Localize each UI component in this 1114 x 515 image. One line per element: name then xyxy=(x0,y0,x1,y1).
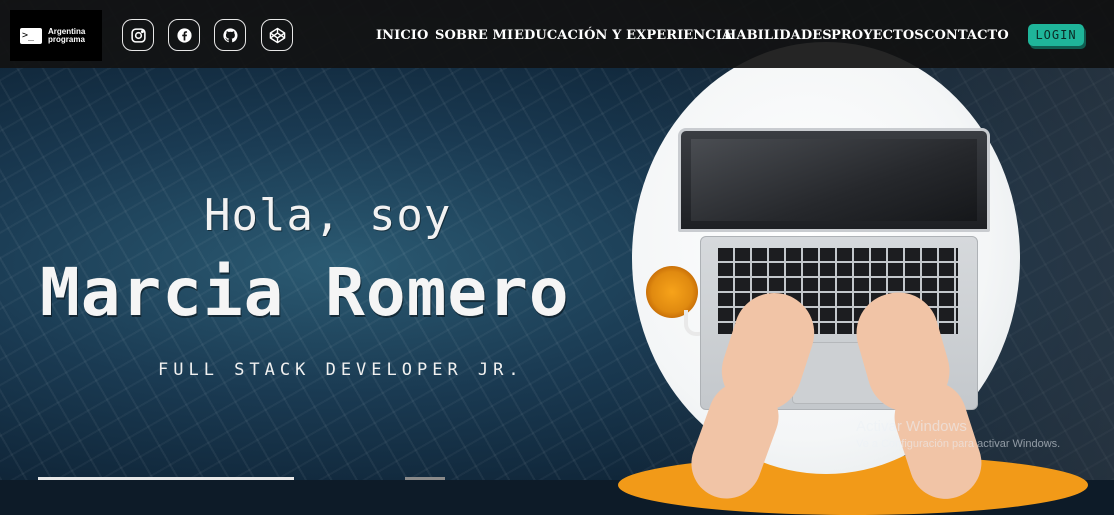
instagram-icon xyxy=(130,27,146,43)
facebook-button[interactable] xyxy=(168,19,200,51)
windows-activation-subtitle: Ve a Configuración para activar Windows. xyxy=(856,438,1061,450)
github-icon xyxy=(222,27,237,42)
navbar: >_ Argentina programa INICIO SOBRE MI ED… xyxy=(0,0,1114,68)
github-button[interactable] xyxy=(214,19,246,51)
nav-contacto[interactable]: CONTACTO xyxy=(924,28,1009,43)
hero-role: FULL STACK DEVELOPER JR. xyxy=(158,360,524,380)
hero-greeting: Hola, soy xyxy=(204,190,452,241)
nav-sobre-mi[interactable]: SOBRE MI xyxy=(435,28,513,43)
logo-line-2: programa xyxy=(48,34,85,44)
facebook-icon xyxy=(176,27,192,43)
laptop-screen-image xyxy=(678,128,990,232)
logo-text: Argentina programa xyxy=(48,27,85,44)
nav-inicio[interactable]: INICIO xyxy=(376,28,428,43)
codepen-button[interactable] xyxy=(261,19,293,51)
hero-name: Marcia Romero xyxy=(40,254,570,331)
nav-habilidades[interactable]: HABILIDADES xyxy=(724,28,832,43)
instagram-button[interactable] xyxy=(122,19,154,51)
login-button[interactable]: LOGIN xyxy=(1028,24,1084,46)
nav-educacion-experiencia[interactable]: EDUCACIÓN Y EXPERIENCIA xyxy=(514,28,732,43)
codepen-icon xyxy=(269,27,285,43)
argentina-programa-logo[interactable]: >_ Argentina programa xyxy=(10,10,102,61)
laptop-screen-inner xyxy=(691,139,977,221)
nav-proyectos[interactable]: PROYECTOS xyxy=(831,28,924,43)
terminal-icon: >_ xyxy=(20,27,42,44)
windows-activation-title: Activar Windows xyxy=(856,418,967,435)
